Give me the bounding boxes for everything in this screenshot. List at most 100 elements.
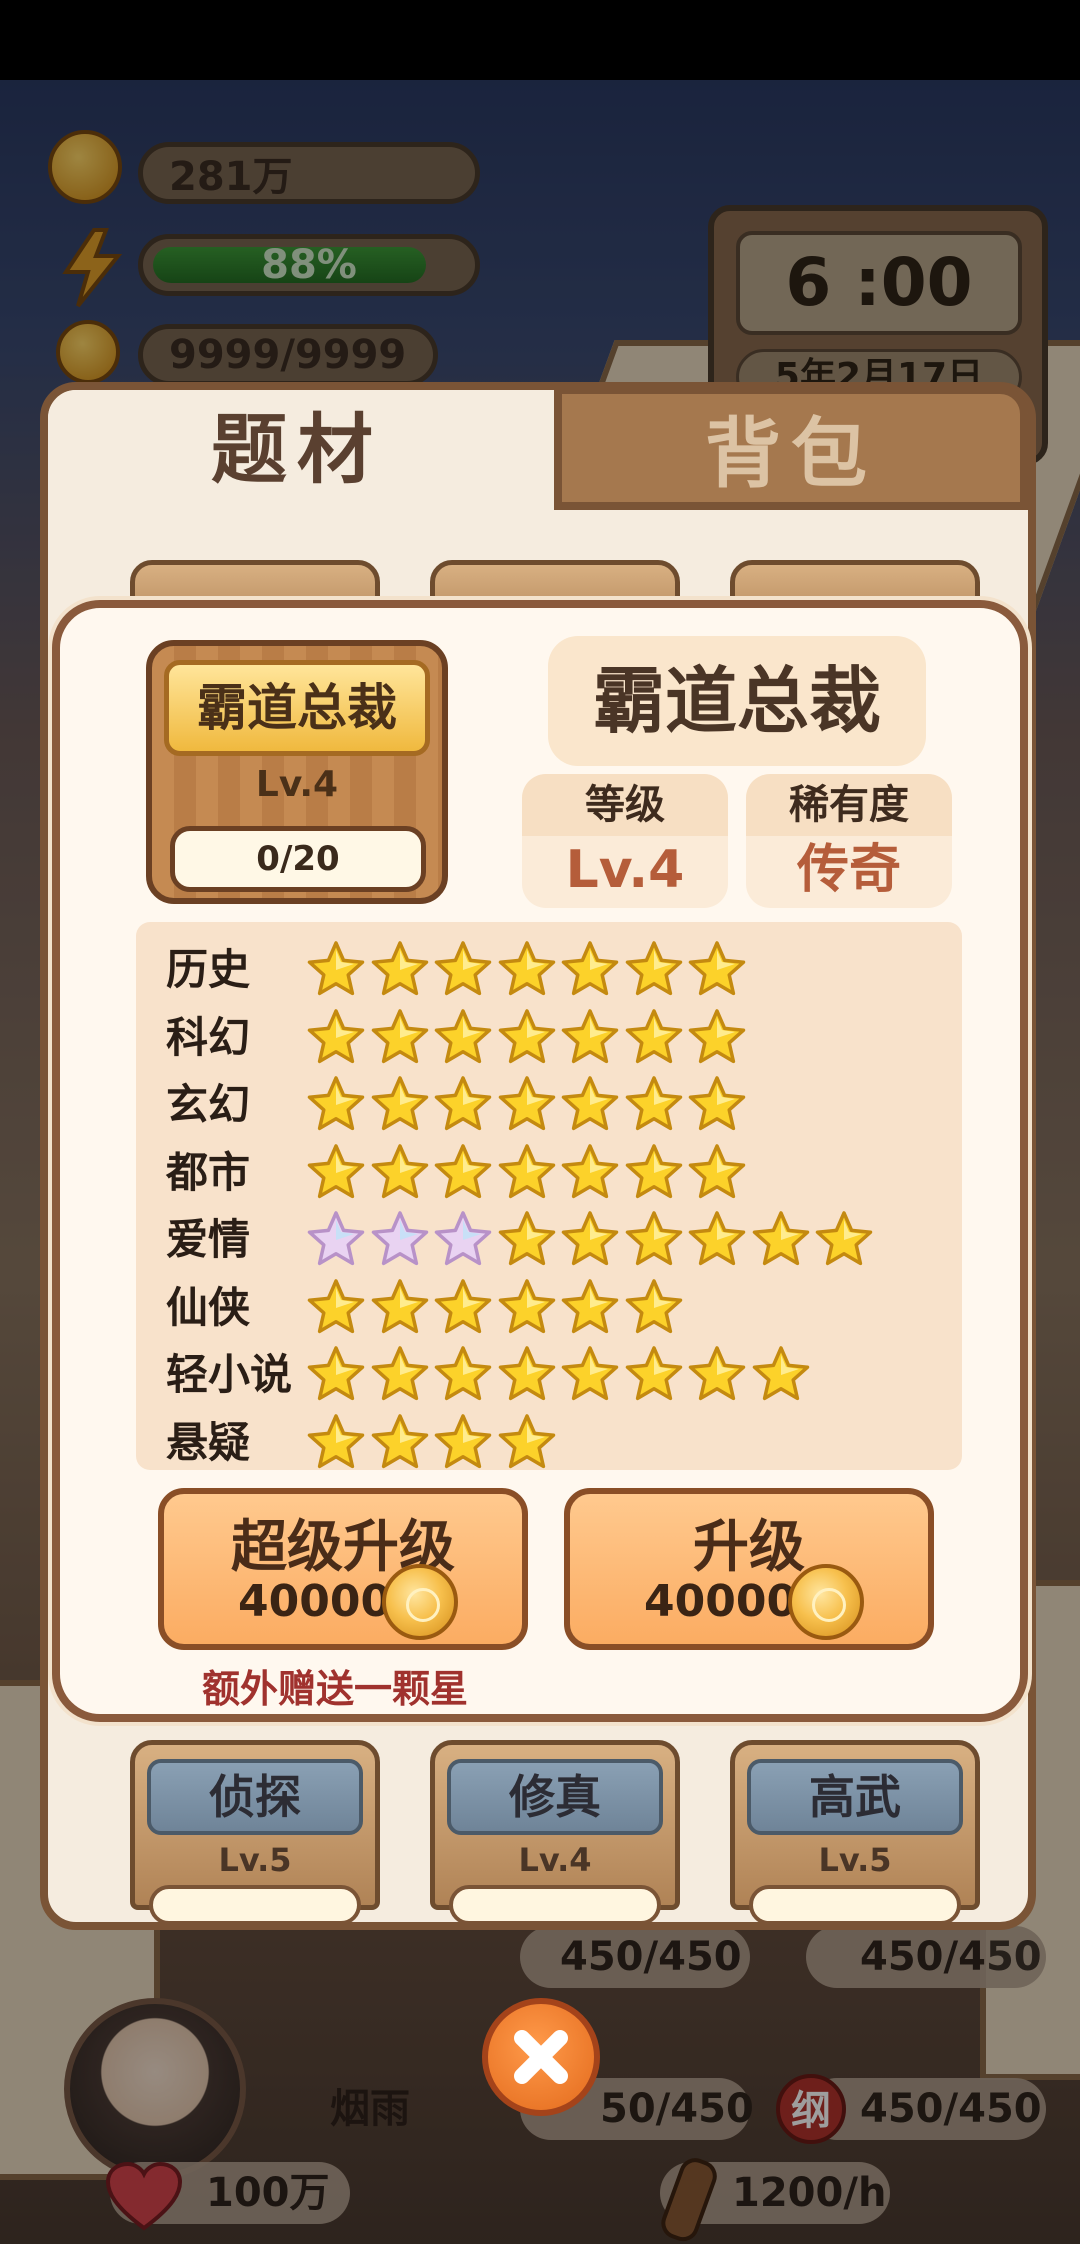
star-icon — [307, 1076, 365, 1131]
star-icon — [371, 941, 428, 996]
genre-row: 历史 — [136, 936, 962, 1004]
topic-card-martial[interactable]: 高武 Lv.5 — [730, 1740, 980, 1925]
coin-icon — [788, 1564, 864, 1640]
star-icon — [625, 1008, 682, 1063]
rarity-value: 传奇 — [796, 840, 901, 900]
star-icon — [498, 1278, 555, 1333]
topic-card-progress — [749, 1885, 961, 1925]
star-icon — [307, 1008, 365, 1063]
star-icon — [371, 1346, 428, 1401]
star-icon — [434, 1413, 492, 1468]
star-icon — [625, 1143, 682, 1198]
genre-row: 仙侠 — [136, 1274, 962, 1342]
genre-row: 爱情 — [136, 1206, 962, 1274]
star-icon — [752, 1346, 809, 1401]
genre-label: 科幻 — [166, 1012, 251, 1062]
selected-card-progress: 0/20 — [170, 826, 426, 892]
star-icon — [498, 1008, 555, 1063]
star-icon — [561, 941, 619, 996]
selected-card-level: Lv.4 — [255, 764, 339, 805]
rainbow-star-icon — [434, 1211, 492, 1266]
star-icon — [307, 941, 365, 996]
topic-card-name: 修真 — [447, 1759, 663, 1835]
star-icon — [498, 1413, 555, 1468]
star-icon — [625, 1278, 682, 1333]
topic-card-selected: 霸道总裁 Lv.4 0/20 — [146, 640, 448, 904]
topic-detail-popup: 霸道总裁 Lv.4 0/20 霸道总裁 等级 Lv.4 稀有度 传奇 历史 科幻玄… — [52, 600, 1028, 1722]
level-value: Lv.4 — [565, 840, 685, 900]
star-icon — [498, 1346, 555, 1401]
star-icon — [434, 1143, 492, 1198]
star-icon — [688, 1346, 746, 1401]
star-icon — [307, 1143, 365, 1198]
upgrade-button[interactable]: 升级 40000 — [564, 1488, 934, 1650]
selected-card-name: 霸道总裁 — [164, 660, 430, 756]
genre-row: 科幻 — [136, 1004, 962, 1072]
genre-rating-list: 历史科幻玄幻都市爱情仙侠轻小说悬疑 — [136, 922, 962, 1470]
genre-label: 悬疑 — [166, 1417, 251, 1467]
star-icon — [752, 1211, 809, 1266]
topic-card-progress — [449, 1885, 661, 1925]
star-icon — [815, 1211, 873, 1266]
super-upgrade-cost: 40000 — [238, 1576, 392, 1627]
genre-label: 历史 — [166, 945, 251, 994]
star-icon — [688, 1076, 746, 1131]
star-icon — [625, 1211, 682, 1266]
close-button[interactable] — [482, 1998, 600, 2116]
upgrade-cost: 40000 — [644, 1576, 798, 1627]
star-icon — [434, 1346, 492, 1401]
upgrade-label: 升级 — [693, 1515, 805, 1580]
star-icon — [371, 1278, 428, 1333]
star-icon — [371, 1008, 428, 1063]
star-icon — [434, 941, 492, 996]
star-icon — [688, 1143, 746, 1198]
genre-label: 轻小说 — [166, 1350, 293, 1399]
genre-row: 轻小说 — [136, 1341, 962, 1409]
rarity-label: 稀有度 — [746, 774, 952, 836]
bonus-note: 额外赠送一颗星 — [202, 1667, 469, 1711]
star-icon — [688, 1211, 746, 1266]
topic-card-name: 侦探 — [147, 1759, 363, 1835]
coin-icon — [382, 1564, 458, 1640]
topic-card-level: Lv.4 — [518, 1841, 592, 1879]
super-upgrade-button[interactable]: 超级升级 40000 — [158, 1488, 528, 1650]
tab-bag[interactable]: 背包 — [554, 386, 1028, 510]
genre-label: 都市 — [166, 1147, 251, 1197]
topic-card-level: Lv.5 — [218, 1841, 292, 1879]
star-icon — [625, 941, 682, 996]
topic-card-detective[interactable]: 侦探 Lv.5 — [130, 1740, 380, 1925]
genre-row: 玄幻 — [136, 1071, 962, 1139]
star-icon — [371, 1413, 428, 1468]
topic-card-cultivation[interactable]: 修真 Lv.4 — [430, 1740, 680, 1925]
star-icon — [307, 1346, 365, 1401]
star-icon — [688, 1008, 746, 1063]
topic-card-name: 高武 — [747, 1759, 963, 1835]
star-icon — [307, 1413, 365, 1468]
star-icon — [498, 941, 555, 996]
star-icon — [561, 1008, 619, 1063]
star-icon — [307, 1278, 365, 1333]
topic-card-progress — [149, 1885, 361, 1925]
star-icon — [688, 941, 746, 996]
star-icon — [434, 1278, 492, 1333]
star-icon — [625, 1076, 682, 1131]
star-icon — [434, 1008, 492, 1063]
rarity-stat: 稀有度 传奇 — [746, 774, 952, 908]
star-icon — [561, 1143, 619, 1198]
star-icon — [434, 1076, 492, 1131]
star-icon — [625, 1346, 682, 1401]
rainbow-star-icon — [371, 1211, 428, 1266]
star-icon — [561, 1076, 619, 1131]
star-icon — [498, 1211, 555, 1266]
genre-row: 悬疑 — [136, 1409, 962, 1477]
genre-label: 爱情 — [166, 1215, 251, 1264]
star-icon — [498, 1076, 555, 1131]
genre-label: 玄幻 — [166, 1080, 251, 1129]
close-icon — [514, 2030, 568, 2084]
topic-card-level: Lv.5 — [818, 1841, 892, 1879]
super-upgrade-label: 超级升级 — [231, 1515, 455, 1580]
genre-label: 仙侠 — [166, 1282, 251, 1332]
star-icon — [498, 1143, 555, 1198]
tab-topic[interactable]: 题材 — [48, 390, 546, 510]
star-icon — [561, 1346, 619, 1401]
